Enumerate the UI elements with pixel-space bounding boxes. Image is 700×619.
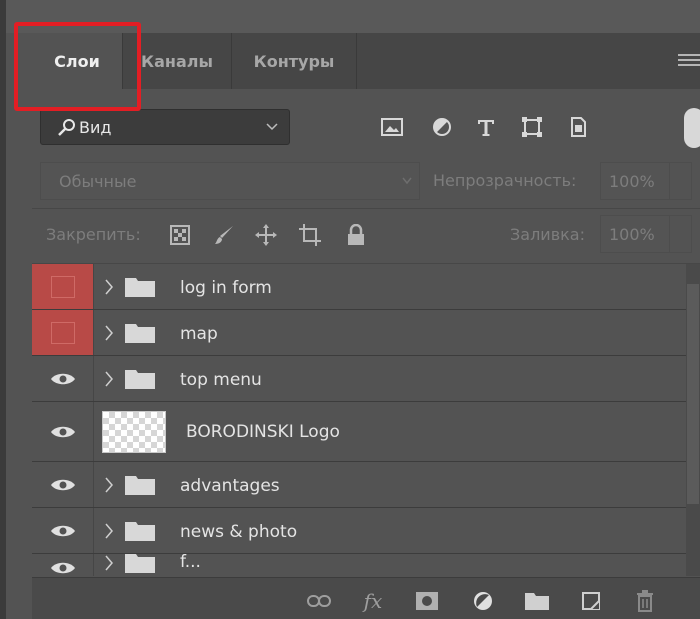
layer-row[interactable]: log in form xyxy=(32,264,686,310)
layer-filter-select[interactable]: Вид xyxy=(40,109,290,145)
layer-row[interactable]: top menu xyxy=(32,356,686,402)
layer-row[interactable]: BORODINSKI Logo xyxy=(32,402,686,462)
layer-row[interactable]: advantages xyxy=(32,462,686,508)
blend-mode-select[interactable]: Обычные xyxy=(40,162,420,200)
opacity-input[interactable]: 100% xyxy=(600,162,670,200)
tab-paths[interactable]: Контуры xyxy=(232,33,356,89)
divider xyxy=(32,208,700,209)
lock-position-icon[interactable] xyxy=(254,223,278,247)
chevron-right-icon[interactable] xyxy=(102,324,116,342)
fill-label: Заливка: xyxy=(510,225,585,244)
lock-label: Закрепить: xyxy=(46,225,141,244)
folder-icon xyxy=(125,554,155,573)
adjustment-filter-icon[interactable] xyxy=(430,115,454,139)
layer-name[interactable]: f... xyxy=(180,552,201,572)
eye-icon xyxy=(50,562,75,573)
visibility-toggle[interactable] xyxy=(32,402,94,461)
visibility-toggle[interactable] xyxy=(32,264,94,309)
folder-icon xyxy=(125,278,155,297)
opacity-label: Непрозрачность: xyxy=(433,171,577,190)
top-edge xyxy=(6,0,700,8)
lock-image-pixels-icon[interactable] xyxy=(212,223,236,247)
left-edge xyxy=(0,0,6,619)
image-filter-icon[interactable] xyxy=(380,115,404,139)
eye-icon xyxy=(50,525,75,536)
new-layer-icon[interactable] xyxy=(578,589,604,613)
shape-filter-icon[interactable] xyxy=(520,115,544,139)
tab-separator xyxy=(356,33,357,89)
panel-header-strip xyxy=(6,8,700,33)
blend-mode-value: Обычные xyxy=(59,171,137,191)
visibility-toggle[interactable] xyxy=(32,462,94,507)
search-icon xyxy=(58,119,75,136)
tab-layers[interactable]: Слои xyxy=(32,33,122,89)
visibility-toggle[interactable] xyxy=(32,356,94,401)
layer-name[interactable]: news & photo xyxy=(180,522,297,542)
visibility-toggle[interactable] xyxy=(32,508,94,553)
chevron-right-icon[interactable] xyxy=(102,554,116,572)
layers-list: log in form map top menu BORODINSKI Logo… xyxy=(32,264,686,576)
fill-input[interactable]: 100% xyxy=(600,215,670,253)
folder-icon xyxy=(125,324,155,343)
folder-icon xyxy=(125,370,155,389)
lock-all-icon[interactable] xyxy=(344,223,368,247)
chevron-right-icon[interactable] xyxy=(102,370,116,388)
lock-artboard-icon[interactable] xyxy=(298,223,322,247)
adjustment-layer-icon[interactable] xyxy=(470,589,496,613)
folder-icon xyxy=(125,476,155,495)
visibility-toggle[interactable] xyxy=(32,310,94,355)
layer-name[interactable]: BORODINSKI Logo xyxy=(186,422,340,442)
tab-channels[interactable]: Каналы xyxy=(123,33,231,89)
filter-toggle-switch[interactable] xyxy=(684,108,700,148)
layers-scrollbar[interactable] xyxy=(686,264,700,576)
new-group-icon[interactable] xyxy=(524,589,550,613)
filter-label: Вид xyxy=(79,117,112,137)
delete-layer-icon[interactable] xyxy=(632,589,658,613)
layer-name[interactable]: top menu xyxy=(180,370,262,390)
hidden-visibility-box xyxy=(50,321,75,344)
eye-icon xyxy=(50,373,75,384)
smart-object-filter-icon[interactable] xyxy=(566,115,590,139)
opacity-dropdown-arrow[interactable] xyxy=(670,162,692,200)
layer-name[interactable]: map xyxy=(180,324,218,344)
hidden-visibility-box xyxy=(50,275,75,298)
fill-dropdown-arrow[interactable] xyxy=(670,215,692,253)
eye-icon xyxy=(50,426,75,437)
chevron-down-icon xyxy=(402,177,412,185)
layer-row[interactable]: f... xyxy=(32,552,686,576)
layer-row[interactable]: map xyxy=(32,310,686,356)
layer-row[interactable]: news & photo xyxy=(32,508,686,554)
chevron-right-icon[interactable] xyxy=(102,522,116,540)
visibility-toggle[interactable] xyxy=(32,554,94,576)
type-filter-icon[interactable] xyxy=(474,115,498,139)
layer-name[interactable]: log in form xyxy=(180,278,272,298)
link-layers-icon[interactable] xyxy=(306,589,332,613)
chevron-right-icon[interactable] xyxy=(102,278,116,296)
chevron-down-icon xyxy=(266,123,278,131)
layer-thumbnail[interactable] xyxy=(102,411,166,453)
add-mask-icon[interactable] xyxy=(414,589,440,613)
eye-icon xyxy=(50,479,75,490)
lock-transparent-pixels-icon[interactable] xyxy=(168,223,192,247)
chevron-right-icon[interactable] xyxy=(102,476,116,494)
layer-name[interactable]: advantages xyxy=(180,476,280,496)
scrollbar-thumb[interactable] xyxy=(687,284,699,504)
panel-menu-icon[interactable] xyxy=(678,54,700,68)
folder-icon xyxy=(125,522,155,541)
fx-icon[interactable]: fx xyxy=(360,589,386,613)
